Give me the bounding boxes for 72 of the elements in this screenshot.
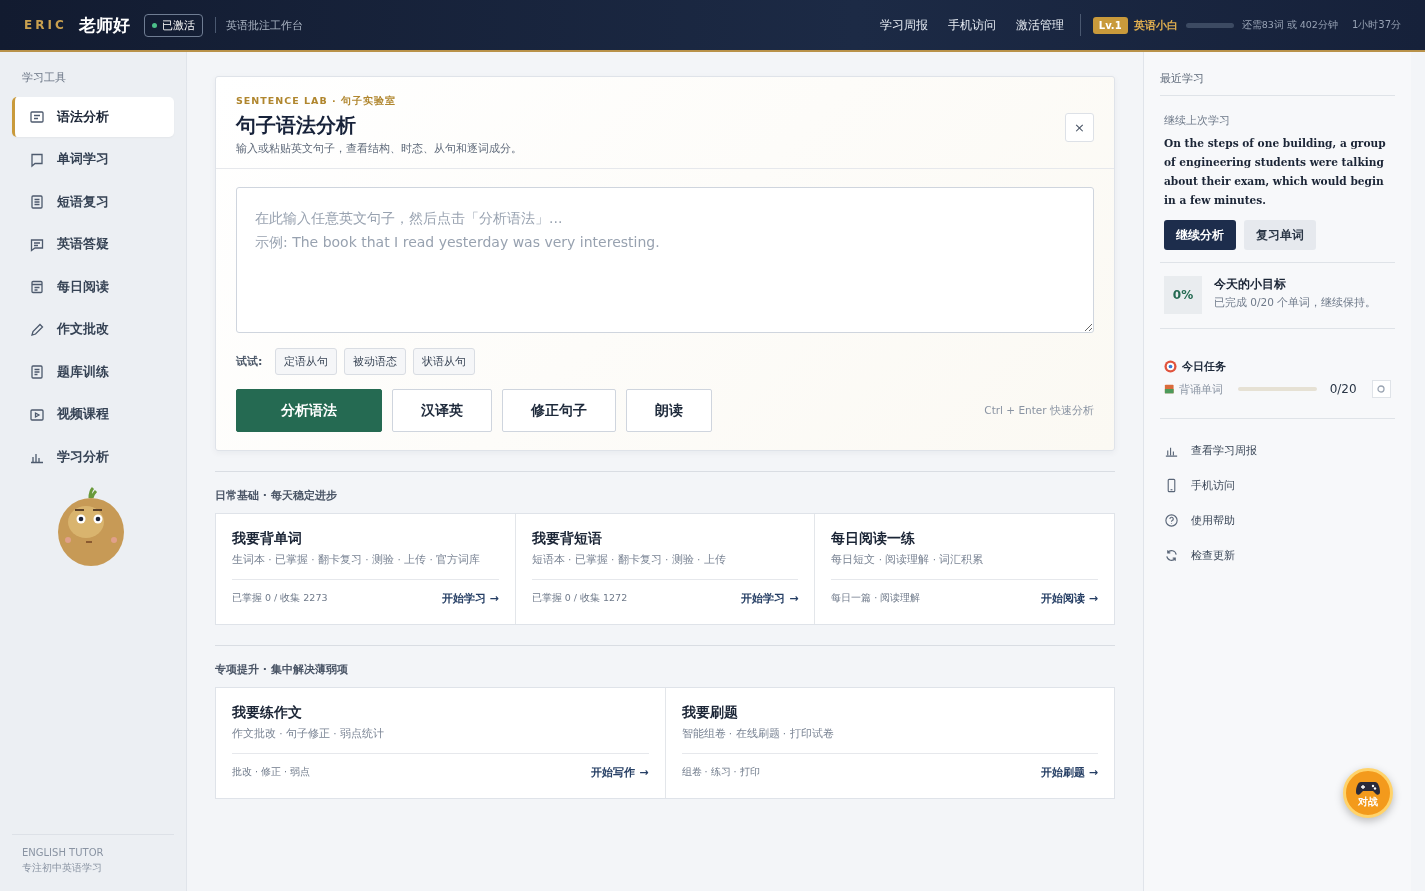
feature-card[interactable]: 我要刷题 智能组卷 · 在线刷题 · 打印试卷 组卷 · 练习 · 打印 开始刷题 → xyxy=(665,688,1114,798)
shortcut-hint: Ctrl + Enter 快速分析 xyxy=(984,403,1094,418)
panel-link[interactable]: 使用帮助 xyxy=(1164,503,1391,538)
status-badge: 已激活 xyxy=(143,13,203,37)
panel-link[interactable]: 手机访问 xyxy=(1164,468,1391,503)
recent-sentence: On the steps of one building, a group of engineering students were talking about their exam, which would begin in a few minutes. xyxy=(1164,136,1387,208)
review-button[interactable]: 复习单词 xyxy=(1244,220,1316,250)
section-heading: 日常基础 · 每天稳定进步 xyxy=(215,488,338,503)
footer-title: ENGLISH TUTOR xyxy=(22,847,105,858)
example-chip[interactable]: 定语从句 xyxy=(275,348,338,375)
section-heading: 专项提升 · 集中解决薄弱项 xyxy=(215,662,349,677)
nav-link[interactable]: 激活管理 xyxy=(1015,16,1064,34)
task-count: 0/20 xyxy=(1329,382,1357,396)
action-button[interactable]: 朗读 xyxy=(626,389,712,432)
sidebar-item[interactable]: 题库训练 xyxy=(12,352,174,392)
help-icon xyxy=(1164,513,1179,528)
panel-link[interactable]: 查看学习周报 xyxy=(1164,433,1391,468)
level-title: 英语小白 xyxy=(1133,17,1178,33)
close-button[interactable]: × xyxy=(1065,113,1094,142)
nav-link[interactable]: 手机访问 xyxy=(947,16,996,34)
panel-link[interactable]: 检查更新 xyxy=(1164,538,1391,573)
pencil-icon xyxy=(29,321,45,338)
gamepad-icon xyxy=(1356,779,1380,796)
feature-card[interactable]: 我要练作文 作文批改 · 句子修正 · 弱点统计 批改 · 修正 · 弱点 开始写作 → xyxy=(216,688,666,798)
remaining-text: 还需83词 或 402分钟 xyxy=(1241,18,1338,32)
message-icon xyxy=(29,236,45,253)
refresh-icon xyxy=(1164,548,1179,563)
sidebar-item[interactable]: 单词学习 xyxy=(12,139,174,180)
sidebar-item[interactable]: 作文批改 xyxy=(12,309,174,350)
sidebar-item[interactable]: 视频课程 xyxy=(12,394,174,435)
feature-card[interactable]: 我要背单词 生词本 · 已掌握 · 翻卡复习 · 测验 · 上传 · 官方词库 已掌握 0 / 收集 2273 开始学习 → xyxy=(216,514,516,624)
sidebar-item[interactable]: 每日阅读 xyxy=(12,267,174,307)
feature-card[interactable]: 我要背短语 短语本 · 已掌握 · 翻卡复习 · 测验 · 上传 已掌握 0 / 收集 1272 开始学习 → xyxy=(515,514,816,624)
eyebrow-label: SENTENCE LAB · 句子实验室 xyxy=(236,95,397,108)
action-button[interactable]: 修正句子 xyxy=(502,389,616,432)
workspace-title: 英语批注工作台 xyxy=(225,17,303,33)
brand-logo: ERIC xyxy=(24,18,67,32)
analyze-button[interactable]: 分析语法 xyxy=(236,389,382,432)
action-button[interactable]: 汉译英 xyxy=(392,389,492,432)
settings-button[interactable] xyxy=(1371,380,1391,398)
example-chip[interactable]: 被动语态 xyxy=(344,348,407,375)
card-subtitle: 输入或粘贴英文句子，查看结构、时态、从句和逐词成分。 xyxy=(236,141,523,156)
sidebar-item[interactable]: 短语复习 xyxy=(12,182,174,222)
task-label: 背诵单词 xyxy=(1179,381,1224,397)
goal-title: 今天的小目标 xyxy=(1214,276,1287,293)
sidebar-item[interactable]: 英语答疑 xyxy=(12,224,174,265)
footer-subtitle: 专注初中英语学习 xyxy=(22,861,103,875)
document-icon xyxy=(29,109,45,125)
calendar-icon xyxy=(29,279,45,295)
nav-link[interactable]: 学习周报 xyxy=(879,16,928,34)
level-badge: Lv.1 xyxy=(1092,16,1128,34)
sidebar-item[interactable]: 语法分析 xyxy=(12,97,174,137)
list-icon xyxy=(29,194,45,210)
sidebar-item[interactable]: 学习分析 xyxy=(12,437,174,477)
resume-label: 继续上次学习 xyxy=(1164,114,1231,128)
study-time: 1小时37分 xyxy=(1351,18,1401,32)
chat-bubble-icon xyxy=(29,151,45,168)
card-title: 句子语法分析 xyxy=(236,112,357,139)
video-icon xyxy=(29,406,45,423)
goal-description: 已完成 0/20 个单词，继续保持。 xyxy=(1214,296,1377,310)
try-label: 试试: xyxy=(236,354,263,369)
target-icon xyxy=(1164,360,1177,373)
feature-card[interactable]: 每日阅读一练 每日短文 · 阅读理解 · 词汇积累 每日一篇 · 阅读理解 开始阅读 → xyxy=(815,514,1114,624)
section-heading: 学习工具 xyxy=(22,70,67,85)
greeting: 老师好 xyxy=(78,13,130,37)
panel-heading: 最近学习 xyxy=(1160,72,1395,96)
continue-button[interactable]: 继续分析 xyxy=(1164,220,1236,250)
sentence-input-field[interactable]: 在此输入任意英文句子，然后点击「分析语法」... 示例: The book that I read yesterday was very interesting. xyxy=(236,187,1094,333)
goal-percent: 0% xyxy=(1164,276,1202,314)
example-chip[interactable]: 状语从句 xyxy=(413,348,476,375)
tasks-title: 今日任务 xyxy=(1182,359,1226,374)
list-icon xyxy=(29,364,45,380)
